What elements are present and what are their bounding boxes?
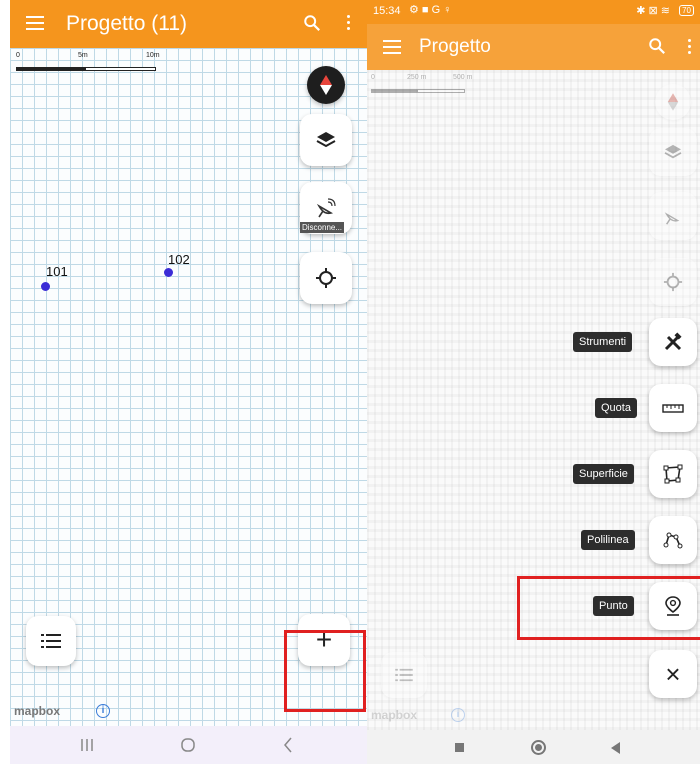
- hamburger-menu-icon[interactable]: [26, 16, 44, 30]
- app-bar: Progetto (11): [10, 0, 367, 48]
- system-nav-bar: [10, 726, 367, 764]
- close-menu-button[interactable]: ×: [649, 650, 697, 698]
- point-list-button[interactable]: [26, 616, 76, 666]
- layers-icon: [664, 144, 682, 159]
- system-nav-bar: [367, 730, 700, 764]
- polyline-icon: [663, 532, 683, 549]
- gnss-connect-button[interactable]: [649, 192, 697, 240]
- crosshair-icon: [316, 268, 336, 288]
- crosshair-icon: [663, 272, 683, 292]
- compass-icon: [667, 93, 679, 111]
- layers-icon: [316, 132, 336, 148]
- more-options-icon[interactable]: [347, 15, 351, 31]
- highlight-box: [517, 576, 700, 640]
- left-screen: Progetto (11) 0 5m 10m Disconne... 101 1…: [10, 0, 367, 764]
- right-screen: 15:34 ⚙ ■ G ♀ ✱ ⊠ ≋ 70 Progetto 0 250 m …: [367, 0, 700, 764]
- tools-icon: [664, 332, 682, 351]
- tools-button[interactable]: [649, 318, 697, 366]
- gnss-status-label: Disconne...: [300, 222, 345, 233]
- list-icon: [395, 668, 413, 682]
- status-time: 15:34: [373, 5, 401, 17]
- mapbox-logo[interactable]: mapbox: [14, 704, 60, 718]
- recent-apps-icon[interactable]: [455, 743, 464, 752]
- project-title: Progetto (11): [66, 12, 188, 35]
- search-icon[interactable]: [648, 37, 666, 55]
- polyline-button[interactable]: [649, 516, 697, 564]
- area-button[interactable]: [649, 450, 697, 498]
- back-icon[interactable]: [611, 742, 621, 754]
- layers-button[interactable]: [300, 114, 352, 166]
- list-icon: [41, 634, 61, 648]
- compass-button[interactable]: [307, 66, 345, 104]
- ruler-icon: [662, 404, 684, 413]
- survey-point-102[interactable]: [164, 268, 173, 277]
- scale-label: 5m: [78, 52, 88, 59]
- scale-label: 10m: [146, 52, 160, 59]
- info-icon[interactable]: i: [451, 708, 465, 722]
- scale-label: 0: [16, 52, 20, 59]
- notification-icons: ⚙ ■ G ♀: [409, 4, 452, 16]
- satellite-dish-icon: [316, 198, 336, 218]
- search-icon[interactable]: [303, 14, 321, 32]
- satellite-dish-icon: [664, 212, 680, 225]
- layers-button[interactable]: [649, 128, 697, 176]
- polygon-icon: [663, 464, 683, 484]
- compass-button[interactable]: [655, 84, 691, 120]
- locate-me-button[interactable]: [649, 258, 697, 306]
- highlight-box: [284, 630, 366, 712]
- scale-bar: 0 5m 10m: [14, 52, 164, 74]
- locate-me-button[interactable]: [300, 252, 352, 304]
- point-list-button[interactable]: [381, 652, 427, 698]
- back-icon[interactable]: [282, 737, 294, 753]
- scale-label: 250 m: [407, 74, 427, 81]
- point-label: 102: [168, 252, 190, 267]
- scale-bar: 0 250 m 500 m: [369, 74, 519, 96]
- menu-label-polilinea[interactable]: Polilinea: [581, 530, 635, 550]
- scale-bar-graphic: [371, 89, 465, 93]
- status-bar: 15:34 ⚙ ■ G ♀ ✱ ⊠ ≋ 70: [367, 0, 700, 24]
- scale-bar-graphic: [16, 67, 156, 71]
- hamburger-menu-icon[interactable]: [383, 40, 401, 54]
- info-icon[interactable]: i: [96, 704, 110, 718]
- scale-label: 500 m: [453, 74, 473, 81]
- more-options-icon[interactable]: [688, 39, 692, 55]
- battery-indicator: 70: [679, 5, 694, 16]
- app-bar: Progetto: [367, 24, 700, 70]
- compass-icon: [320, 75, 332, 95]
- project-title: Progetto: [419, 36, 491, 57]
- recent-apps-icon[interactable]: [80, 738, 94, 752]
- home-icon[interactable]: [531, 740, 546, 755]
- scale-label: 0: [371, 74, 375, 81]
- home-icon[interactable]: [180, 737, 196, 753]
- menu-label-quota[interactable]: Quota: [595, 398, 637, 418]
- survey-point-101[interactable]: [41, 282, 50, 291]
- mapbox-logo[interactable]: mapbox: [371, 708, 417, 722]
- connectivity-icons: ✱ ⊠ ≋: [636, 5, 670, 17]
- menu-label-superficie[interactable]: Superficie: [573, 464, 634, 484]
- point-label: 101: [46, 264, 68, 279]
- dimension-button[interactable]: [649, 384, 697, 432]
- menu-label-strumenti[interactable]: Strumenti: [573, 332, 633, 352]
